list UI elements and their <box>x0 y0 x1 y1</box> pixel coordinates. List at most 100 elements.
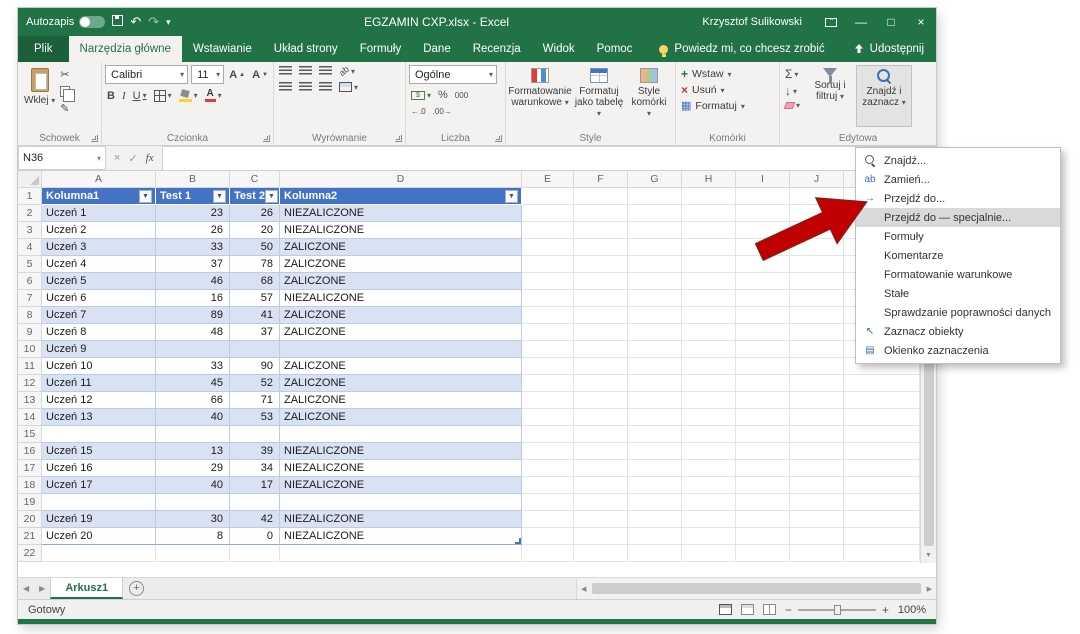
cell-D9[interactable]: ZALICZONE <box>280 324 522 341</box>
cell-C10[interactable] <box>230 341 280 358</box>
row-header-22[interactable]: 22 <box>18 545 42 562</box>
cell-C11[interactable]: 90 <box>230 358 280 375</box>
menu-item-3[interactable]: Przejdź do — specjalnie... <box>856 208 1060 227</box>
zoom-slider[interactable] <box>797 604 876 615</box>
column-header-E[interactable]: E <box>522 171 574 188</box>
cell-J17[interactable] <box>790 460 844 477</box>
cell-I12[interactable] <box>736 375 790 392</box>
zoom-slider-knob[interactable] <box>833 604 841 615</box>
menu-item-9[interactable]: ↖ Zaznacz obiekty <box>856 322 1060 341</box>
cell-F11[interactable] <box>574 358 628 375</box>
cell-J20[interactable] <box>790 511 844 528</box>
cell-B4[interactable]: 33 <box>156 239 230 256</box>
cell-H22[interactable] <box>682 545 736 562</box>
align-bottom-button[interactable] <box>317 65 334 77</box>
cell-C1[interactable]: Test 2 ▼ <box>230 188 280 205</box>
cell-D8[interactable]: ZALICZONE <box>280 307 522 324</box>
cancel-entry-button[interactable]: × <box>114 152 120 164</box>
cell-K15[interactable] <box>844 426 920 443</box>
menu-item-2[interactable]: → Przejdź do... <box>856 189 1060 208</box>
cell-G16[interactable] <box>628 443 682 460</box>
autosave-pill-icon[interactable] <box>79 16 106 28</box>
save-button[interactable] <box>112 15 124 29</box>
cell-A17[interactable]: Uczeń 16 <box>42 460 156 477</box>
cell-C5[interactable]: 78 <box>230 256 280 273</box>
cell-E5[interactable] <box>522 256 574 273</box>
share-button[interactable]: Udostępnij <box>853 36 936 62</box>
cell-H8[interactable] <box>682 307 736 324</box>
cell-J15[interactable] <box>790 426 844 443</box>
cell-J8[interactable] <box>790 307 844 324</box>
table-resize-handle[interactable] <box>515 538 521 544</box>
cell-J12[interactable] <box>790 375 844 392</box>
cell-A4[interactable]: Uczeń 3 <box>42 239 156 256</box>
cell-D17[interactable]: NIEZALICZONE <box>280 460 522 477</box>
italic-button[interactable]: I <box>120 89 128 103</box>
column-header-D[interactable]: D <box>280 171 522 188</box>
row-header-1[interactable]: 1 <box>18 188 42 205</box>
align-left-button[interactable] <box>277 81 294 93</box>
cell-H6[interactable] <box>682 273 736 290</box>
cell-E8[interactable] <box>522 307 574 324</box>
cell-J6[interactable] <box>790 273 844 290</box>
cell-A18[interactable]: Uczeń 17 <box>42 477 156 494</box>
dialog-launcher-icon[interactable] <box>395 135 402 142</box>
align-center-button[interactable] <box>297 81 314 93</box>
cell-A9[interactable]: Uczeń 8 <box>42 324 156 341</box>
cell-I9[interactable] <box>736 324 790 341</box>
cut-button[interactable]: ✂ <box>58 67 72 82</box>
tab-recenzja[interactable]: Recenzja <box>462 36 532 62</box>
font-color-button[interactable]: A ▾ <box>203 88 224 103</box>
find-select-button[interactable]: Znajdź i zaznacz ▾ <box>856 65 913 127</box>
cell-B11[interactable]: 33 <box>156 358 230 375</box>
cell-J13[interactable] <box>790 392 844 409</box>
cell-F7[interactable] <box>574 290 628 307</box>
cell-D20[interactable]: NIEZALICZONE <box>280 511 522 528</box>
minimize-button[interactable]: — <box>846 8 876 36</box>
cell-G14[interactable] <box>628 409 682 426</box>
redo-button[interactable]: ↷ <box>148 15 159 29</box>
cell-G22[interactable] <box>628 545 682 562</box>
bold-button[interactable]: B <box>105 89 117 103</box>
cell-C2[interactable]: 26 <box>230 205 280 222</box>
cell-C19[interactable] <box>230 494 280 511</box>
cell-E17[interactable] <box>522 460 574 477</box>
cell-C15[interactable] <box>230 426 280 443</box>
cell-J16[interactable] <box>790 443 844 460</box>
scroll-down-icon[interactable]: ▼ <box>925 548 932 563</box>
cell-K13[interactable] <box>844 392 920 409</box>
cell-E7[interactable] <box>522 290 574 307</box>
cell-B10[interactable] <box>156 341 230 358</box>
row-header-6[interactable]: 6 <box>18 273 42 290</box>
cell-G19[interactable] <box>628 494 682 511</box>
cell-B3[interactable]: 26 <box>156 222 230 239</box>
scroll-right-icon[interactable]: ▶ <box>923 585 936 593</box>
cell-G18[interactable] <box>628 477 682 494</box>
cell-F18[interactable] <box>574 477 628 494</box>
cell-D13[interactable]: ZALICZONE <box>280 392 522 409</box>
cell-G21[interactable] <box>628 528 682 545</box>
cell-A3[interactable]: Uczeń 2 <box>42 222 156 239</box>
cell-J21[interactable] <box>790 528 844 545</box>
cell-G1[interactable] <box>628 188 682 205</box>
cell-E13[interactable] <box>522 392 574 409</box>
cell-B13[interactable]: 66 <box>156 392 230 409</box>
dialog-launcher-icon[interactable] <box>263 135 270 142</box>
cell-A5[interactable]: Uczeń 4 <box>42 256 156 273</box>
cell-F13[interactable] <box>574 392 628 409</box>
cell-B20[interactable]: 30 <box>156 511 230 528</box>
cell-B22[interactable] <box>156 545 230 562</box>
tab-układ-strony[interactable]: Układ strony <box>263 36 349 62</box>
row-header-21[interactable]: 21 <box>18 528 42 545</box>
cell-H4[interactable] <box>682 239 736 256</box>
menu-item-0[interactable]: Znajdź... <box>856 151 1060 170</box>
tellme-box[interactable]: Powiedz mi, co chcesz zrobić <box>659 36 825 62</box>
menu-item-1[interactable]: ab Zamień... <box>856 170 1060 189</box>
maximize-button[interactable]: □ <box>876 8 906 36</box>
cell-E20[interactable] <box>522 511 574 528</box>
cell-B16[interactable]: 13 <box>156 443 230 460</box>
cell-C20[interactable]: 42 <box>230 511 280 528</box>
cell-A16[interactable]: Uczeń 15 <box>42 443 156 460</box>
cell-E9[interactable] <box>522 324 574 341</box>
normal-view-icon[interactable] <box>718 604 732 615</box>
